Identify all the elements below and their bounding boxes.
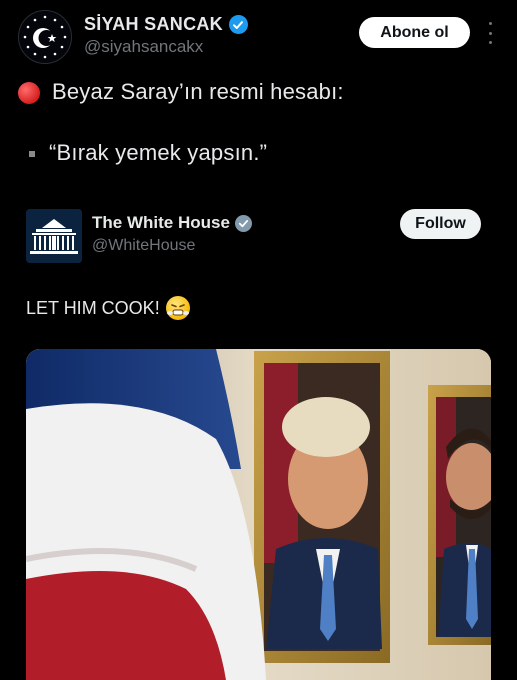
verified-gray-badge-icon [234,214,252,232]
post-text-line2: “Bırak yemek yapsın.” [49,140,268,165]
quoted-author-name[interactable]: The White House [92,213,252,233]
quoted-post-text-content: LET HIM COOK! [26,297,160,318]
post-image[interactable] [26,349,491,680]
portrait-photo [26,349,491,680]
author-handle[interactable]: @siyahsancakx [84,37,203,57]
author-avatar[interactable] [18,10,72,64]
white-house-logo-icon [26,209,82,263]
author-name[interactable]: SİYAH SANCAK [84,14,248,35]
quoted-follow-button[interactable]: Follow [400,209,481,239]
post-text-line1: Beyaz Saray’ın resmi hesabı: [52,79,344,104]
follow-button[interactable]: Abone ol [359,17,470,48]
verified-badge-icon [228,15,248,34]
red-circle-emoji-icon [18,82,40,104]
steam-face-emoji-icon [165,296,190,320]
quoted-post-text: LET HIM COOK! [26,296,190,320]
author-name-text: SİYAH SANCAK [84,14,223,34]
quoted-author-handle[interactable]: @WhiteHouse [92,237,195,255]
crescent-star-avatar-icon [19,11,71,63]
more-options-icon[interactable] [485,22,495,44]
quoted-author-name-text: The White House [92,213,230,232]
white-house-avatar[interactable] [26,209,82,263]
square-bullet-icon [29,151,35,157]
